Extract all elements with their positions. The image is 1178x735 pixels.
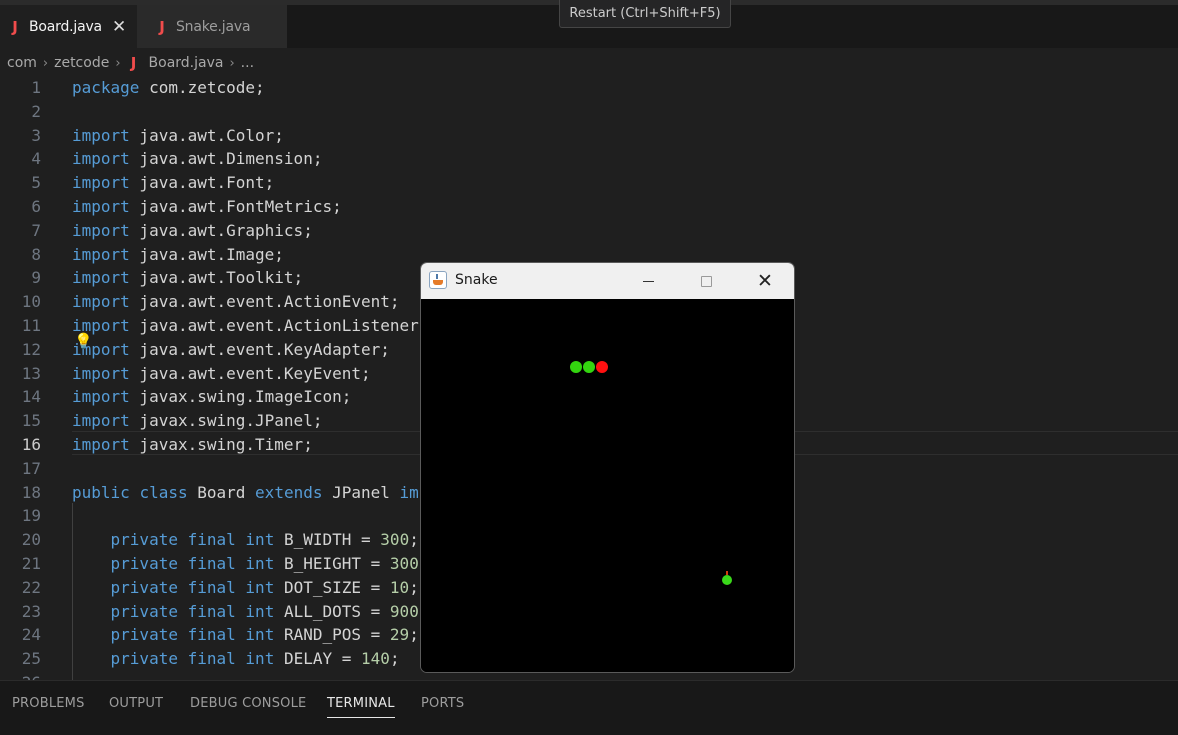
line-number: 3 — [31, 125, 41, 145]
code-text: import java.awt.event.ActionListener — [72, 316, 419, 335]
line-number: 7 — [31, 220, 41, 240]
line-number: 19 — [21, 506, 41, 526]
code-text: import java.awt.Dimension; — [72, 149, 323, 169]
chevron-right-icon: › — [115, 55, 121, 71]
window-close-button[interactable]: ✕ — [742, 263, 788, 299]
line-number: 9 — [31, 268, 41, 288]
snake-window: Snake ✕ — [420, 262, 795, 673]
code-line[interactable]: 4 import java.awt.Dimension; — [0, 147, 1178, 171]
maximize-button[interactable] — [683, 263, 729, 299]
maximize-icon — [700, 275, 712, 287]
minimize-button[interactable] — [625, 263, 671, 299]
breadcrumb-item-symbols[interactable]: ... — [241, 55, 254, 71]
tab-problems[interactable]: PROBLEMS — [12, 696, 85, 711]
code-text: import javax.swing.Timer; — [72, 435, 313, 454]
line-number: 6 — [31, 197, 41, 216]
java-file-icon: J — [159, 17, 165, 36]
code-text: import java.awt.event.KeyAdapter; — [72, 339, 390, 359]
code-line[interactable]: 2 — [0, 100, 1178, 124]
tab-debug-console[interactable]: DEBUG CONSOLE — [190, 696, 306, 711]
line-number: 24 — [21, 625, 41, 645]
line-number: 21 — [21, 554, 41, 573]
line-number: 8 — [31, 244, 41, 264]
code-text: private final int RAND_POS = 29; — [110, 625, 419, 645]
code-text: private final int B_HEIGHT = 300 — [110, 554, 419, 573]
code-line[interactable]: 5 import java.awt.Font; — [0, 171, 1178, 195]
snake-body-segment — [583, 361, 595, 373]
chevron-right-icon: › — [42, 55, 49, 71]
code-text: import java.awt.Image; — [72, 244, 284, 264]
java-app-icon — [429, 271, 447, 289]
code-text: import javax.swing.ImageIcon; — [72, 387, 352, 407]
line-number: 20 — [21, 530, 41, 550]
line-number: 5 — [31, 173, 41, 193]
game-board[interactable] — [421, 299, 794, 672]
breadcrumb-item-zetcode[interactable]: zetcode — [54, 55, 109, 71]
bottom-panel: PROBLEMS OUTPUT DEBUG CONSOLE TERMINAL P… — [0, 680, 1178, 735]
line-number: 14 — [21, 387, 41, 407]
code-text: public class Board extends JPanel im — [72, 482, 419, 502]
line-number: 4 — [31, 149, 41, 169]
lightbulb-icon[interactable]: 💡 — [74, 332, 93, 350]
line-number: 10 — [21, 292, 41, 312]
apple — [722, 571, 732, 585]
code-text: import java.awt.Toolkit; — [72, 268, 304, 288]
code-text: private final int DOT_SIZE = 10; — [110, 577, 419, 597]
code-text: import java.awt.Graphics; — [72, 220, 313, 240]
line-number: 12 — [21, 339, 41, 359]
line-number: 11 — [21, 316, 41, 335]
tab-ports[interactable]: PORTS — [421, 696, 464, 711]
code-text: import java.awt.Font; — [72, 173, 275, 193]
line-number: 22 — [21, 577, 41, 597]
restart-tooltip: Restart (Ctrl+Shift+F5) — [559, 0, 731, 28]
code-line[interactable]: 1 package com.zetcode; — [0, 76, 1178, 100]
window-title: Snake — [455, 272, 498, 288]
java-file-icon: J — [12, 17, 18, 36]
close-icon[interactable]: ✕ — [112, 17, 126, 37]
code-line[interactable]: 3 import java.awt.Color; — [0, 124, 1178, 148]
snake-head — [596, 361, 608, 373]
code-text: private final int DELAY = 140; — [110, 649, 400, 669]
code-line[interactable]: 6 import java.awt.FontMetrics; — [0, 195, 1178, 219]
code-text: import javax.swing.JPanel; — [72, 411, 323, 431]
tab-snake-java[interactable]: J Snake.java — [137, 5, 287, 48]
tab-terminal[interactable]: TERMINAL — [327, 696, 395, 718]
breadcrumb: com › zetcode › J Board.java › ... — [7, 52, 254, 74]
line-number: 1 — [31, 78, 41, 97]
tab-output[interactable]: OUTPUT — [109, 696, 163, 711]
tab-label: Snake.java — [176, 18, 251, 35]
code-text: import java.awt.FontMetrics; — [72, 197, 342, 216]
java-file-icon: J — [130, 54, 137, 72]
line-number: 13 — [21, 363, 41, 383]
minimize-icon — [642, 280, 654, 282]
line-number: 16 — [21, 435, 41, 454]
tab-board-java[interactable]: J Board.java ✕ — [0, 5, 137, 48]
window-title-bar[interactable]: Snake ✕ — [421, 263, 794, 299]
tab-label: Board.java — [29, 18, 102, 35]
line-number: 23 — [21, 601, 41, 621]
code-line[interactable]: 7 import java.awt.Graphics; — [0, 219, 1178, 243]
code-text: private final int B_WIDTH = 300; — [110, 530, 419, 550]
chevron-right-icon: › — [229, 55, 235, 71]
line-number: 26 — [22, 671, 41, 680]
code-text: package com.zetcode; — [72, 78, 265, 97]
code-text: import java.awt.Color; — [72, 125, 284, 145]
code-text: import java.awt.event.KeyEvent; — [72, 363, 371, 383]
snake-body-segment — [570, 361, 582, 373]
breadcrumb-item-board-java[interactable]: Board.java — [149, 55, 224, 71]
breadcrumb-item-com[interactable]: com — [7, 55, 37, 71]
code-text: private final int ALL_DOTS = 900 — [110, 601, 419, 621]
line-number: 15 — [21, 411, 41, 431]
line-number: 2 — [31, 101, 41, 121]
line-number: 17 — [21, 458, 41, 478]
code-text: import java.awt.event.ActionEvent; — [72, 292, 400, 312]
line-number: 25 — [21, 649, 41, 669]
line-number: 18 — [21, 482, 41, 502]
